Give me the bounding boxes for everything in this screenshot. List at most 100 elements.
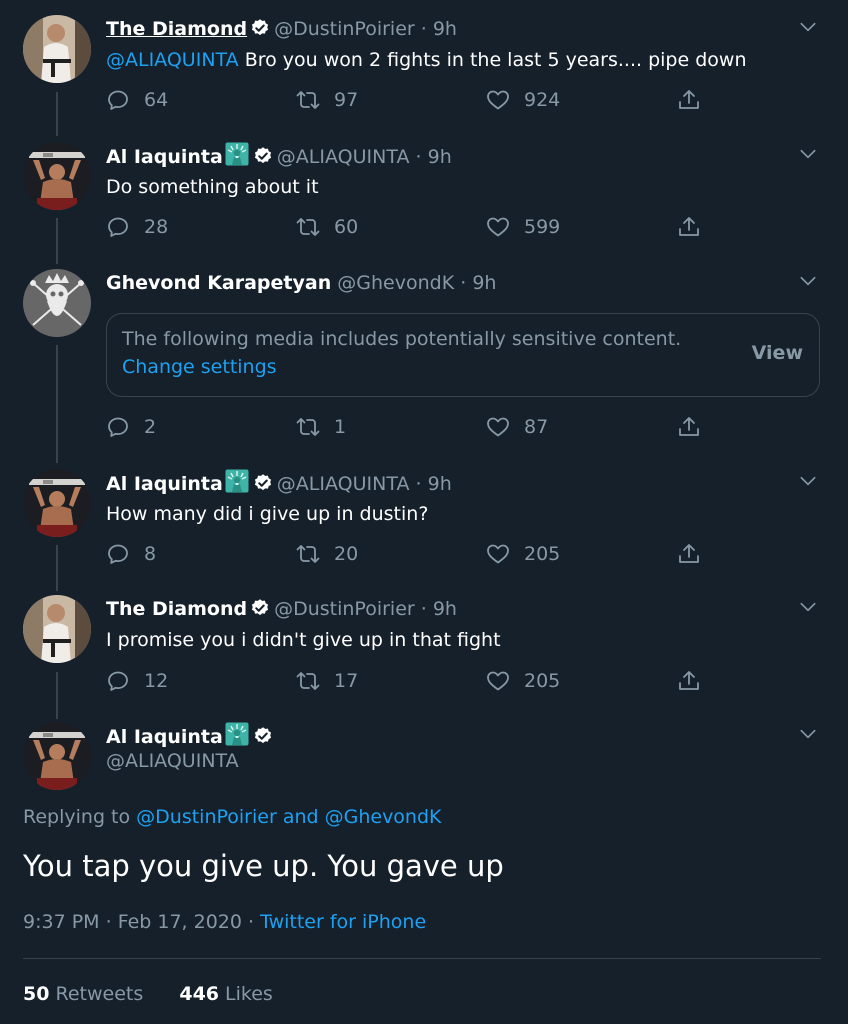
- retweet-count: 60: [334, 216, 359, 238]
- retweet-count: 1: [334, 416, 347, 438]
- retweet-button[interactable]: 17: [296, 666, 358, 696]
- user-handle[interactable]: @ALIAQUINTA: [277, 473, 410, 495]
- retweets-stat[interactable]: 50 Retweets: [23, 983, 143, 1005]
- tweet[interactable]: Al Iaquinta @ALIAQUINTA · 9h Do something…: [0, 142, 848, 252]
- reply-count: 8: [144, 543, 157, 565]
- tweet-time[interactable]: 9:37 PM: [23, 911, 100, 933]
- share-button[interactable]: [677, 85, 715, 115]
- statue-of-liberty-icon: [224, 722, 250, 746]
- like-icon: [486, 542, 510, 566]
- tweet-time[interactable]: 9h: [428, 146, 452, 168]
- tweet-header: Al Iaquinta: [106, 722, 277, 751]
- like-icon: [486, 215, 510, 239]
- share-button[interactable]: [677, 412, 715, 442]
- user-handle[interactable]: @GhevondK: [337, 272, 454, 294]
- user-handle[interactable]: @DustinPoirier: [274, 598, 415, 620]
- like-button[interactable]: 599: [486, 212, 560, 242]
- avatar[interactable]: [23, 142, 91, 210]
- tweet[interactable]: Al Iaquinta @ALIAQUINTA · 9h How many did…: [0, 469, 848, 579]
- avatar[interactable]: [23, 722, 91, 790]
- tweet-text: How many did i give up in dustin?: [106, 503, 429, 525]
- display-name[interactable]: The Diamond: [106, 18, 247, 40]
- tweet-time[interactable]: 9h: [472, 272, 496, 294]
- like-button[interactable]: 205: [486, 666, 560, 696]
- tweet[interactable]: The Diamond @DustinPoirier · 9h I promise…: [0, 595, 848, 705]
- reply-icon: [106, 669, 130, 693]
- retweet-icon: [296, 542, 320, 566]
- separator: ·: [460, 272, 467, 294]
- share-button[interactable]: [677, 666, 715, 696]
- sensitive-media-notice: The following media includes potentially…: [106, 313, 820, 397]
- verified-badge-icon: [253, 473, 273, 493]
- tweet-text: @ALIAQUINTA Bro you won 2 fights in the …: [106, 46, 747, 74]
- chevron-down-icon[interactable]: [798, 17, 818, 37]
- avatar[interactable]: [23, 469, 91, 537]
- separator: ·: [420, 18, 427, 40]
- verified-badge-icon: [253, 726, 273, 746]
- display-name[interactable]: Al Iaquinta: [106, 473, 223, 495]
- chevron-down-icon[interactable]: [798, 471, 818, 491]
- share-icon: [677, 215, 701, 239]
- tweet[interactable]: The Diamond @DustinPoirier · 9h @ALIAQUIN…: [0, 15, 848, 125]
- reply-user-link[interactable]: @GhevondK: [325, 806, 442, 828]
- chevron-down-icon[interactable]: [798, 724, 818, 744]
- tweet[interactable]: Ghevond Karapetyan @GhevondK · 9h The fo…: [0, 269, 848, 449]
- reply-user-link[interactable]: @DustinPoirier: [136, 806, 277, 828]
- display-name[interactable]: The Diamond: [106, 598, 247, 620]
- tweet-time[interactable]: 9h: [433, 598, 457, 620]
- tweet-metadata: 9:37 PM · Feb 17, 2020 · Twitter for iPh…: [23, 911, 426, 933]
- like-count: 87: [524, 416, 549, 438]
- reply-count: 64: [144, 89, 169, 111]
- reply-button[interactable]: 8: [106, 539, 156, 569]
- reply-icon: [106, 415, 130, 439]
- reply-button[interactable]: 12: [106, 666, 168, 696]
- statue-of-liberty-icon: [224, 142, 250, 166]
- change-settings-link[interactable]: Change settings: [122, 356, 277, 378]
- tweet-header: Al Iaquinta @ALIAQUINTA · 9h: [106, 142, 452, 171]
- tweet-header: Al Iaquinta @ALIAQUINTA · 9h: [106, 469, 452, 498]
- main-tweet-text: You tap you give up. You gave up: [23, 849, 504, 883]
- reply-button[interactable]: 64: [106, 85, 168, 115]
- tweet-header: The Diamond @DustinPoirier · 9h: [106, 595, 457, 623]
- avatar[interactable]: [23, 595, 91, 663]
- share-button[interactable]: [677, 212, 715, 242]
- view-button[interactable]: View: [752, 342, 803, 364]
- chevron-down-icon[interactable]: [798, 271, 818, 291]
- display-name[interactable]: Al Iaquinta: [106, 146, 223, 168]
- like-button[interactable]: 924: [486, 85, 560, 115]
- separator: ·: [99, 911, 118, 933]
- chevron-down-icon[interactable]: [798, 144, 818, 164]
- likes-stat[interactable]: 446 Likes: [179, 983, 273, 1005]
- separator: ·: [415, 146, 422, 168]
- share-icon: [677, 88, 701, 112]
- like-count: 924: [524, 89, 561, 111]
- divider: [23, 958, 821, 959]
- reply-button[interactable]: 28: [106, 212, 168, 242]
- share-icon: [677, 542, 701, 566]
- avatar[interactable]: [23, 15, 91, 83]
- user-handle[interactable]: @ALIAQUINTA: [106, 750, 239, 772]
- like-button[interactable]: 205: [486, 539, 560, 569]
- retweet-button[interactable]: 60: [296, 212, 358, 242]
- user-handle[interactable]: @ALIAQUINTA: [277, 146, 410, 168]
- engagement-stats: 50 Retweets 446 Likes: [23, 983, 273, 1005]
- tweet-text: I promise you i didn't give up in that f…: [106, 629, 501, 651]
- retweet-button[interactable]: 20: [296, 539, 358, 569]
- reply-icon: [106, 88, 130, 112]
- retweet-button[interactable]: 97: [296, 85, 358, 115]
- display-name[interactable]: Ghevond Karapetyan: [106, 272, 331, 294]
- sensitive-content-message: The following media includes potentially…: [122, 328, 682, 350]
- tweet-date[interactable]: Feb 17, 2020: [118, 911, 242, 933]
- user-handle[interactable]: @DustinPoirier: [274, 18, 415, 40]
- tweet-time[interactable]: 9h: [433, 18, 457, 40]
- like-button[interactable]: 87: [486, 412, 548, 442]
- mention-link[interactable]: @ALIAQUINTA: [106, 49, 239, 71]
- retweet-button[interactable]: 1: [296, 412, 346, 442]
- avatar[interactable]: [23, 269, 91, 337]
- tweet-source-link[interactable]: Twitter for iPhone: [260, 911, 426, 933]
- display-name[interactable]: Al Iaquinta: [106, 726, 223, 748]
- chevron-down-icon[interactable]: [798, 597, 818, 617]
- reply-button[interactable]: 2: [106, 412, 156, 442]
- tweet-time[interactable]: 9h: [428, 473, 452, 495]
- share-button[interactable]: [677, 539, 715, 569]
